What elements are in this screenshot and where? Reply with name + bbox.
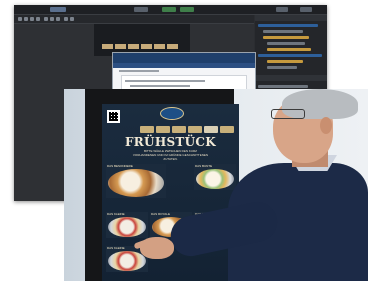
- qr-code: [107, 110, 120, 123]
- tool-icon[interactable]: [44, 17, 48, 21]
- panel-header: [255, 15, 327, 21]
- dialog-subheader: [113, 63, 255, 68]
- category-tab[interactable]: [188, 126, 202, 133]
- tool-icon[interactable]: [50, 17, 54, 21]
- tree-item[interactable]: [267, 66, 297, 69]
- tool-icon[interactable]: [30, 17, 34, 21]
- tool-icon[interactable]: [24, 17, 28, 21]
- category-tab[interactable]: [172, 126, 186, 133]
- food-photo: [108, 217, 146, 237]
- menu-item-card[interactable]: DAS BESONDERE: [106, 164, 166, 198]
- tree-folder[interactable]: [267, 48, 311, 51]
- tree-item-selected[interactable]: [258, 24, 318, 27]
- food-photo: [108, 169, 164, 197]
- tree-item[interactable]: [267, 42, 305, 45]
- customer-ear: [320, 117, 332, 134]
- tree-folder[interactable]: [267, 60, 303, 63]
- tree-item[interactable]: [263, 30, 303, 33]
- tool-icon[interactable]: [70, 17, 74, 21]
- food-photo: [108, 251, 146, 271]
- property-row[interactable]: [258, 85, 308, 88]
- tree-folder[interactable]: [263, 36, 309, 39]
- menu-item-name: DAS BUNTE: [195, 164, 213, 168]
- tool-icon[interactable]: [56, 17, 60, 21]
- green-chip-2[interactable]: [180, 7, 194, 12]
- category-tab[interactable]: [140, 126, 154, 133]
- menu-item-name: DAS ROYALE: [151, 212, 170, 216]
- dialog-title-bar: [113, 53, 255, 63]
- food-photo: [196, 169, 234, 189]
- editor-title-bar: [14, 5, 327, 15]
- menu-item-name: DAS KLEINE: [107, 246, 125, 250]
- settings-chip[interactable]: [300, 7, 312, 12]
- green-chip[interactable]: [162, 7, 176, 12]
- user-chip[interactable]: [276, 7, 288, 12]
- menu-item-card[interactable]: DAS KLEINE: [106, 212, 148, 238]
- category-tab[interactable]: [204, 126, 218, 133]
- kiosk-photo: FRÜHSTÜCK BITTE WÄHLE ZWISCHEN DEN KURZ …: [64, 89, 368, 281]
- tool-icon[interactable]: [36, 17, 40, 21]
- menu-item-card[interactable]: DAS BUNTE: [194, 164, 236, 190]
- menu-tagline: BITTE WÄHLE ZWISCHEN DEN KURZ VORHANDENE…: [132, 149, 209, 161]
- toolbar-chip[interactable]: [134, 7, 148, 12]
- menu-item-name: DAS BESONDERE: [107, 164, 133, 168]
- dialog-label: [119, 70, 159, 72]
- editor-toolbar: [14, 15, 254, 24]
- panel-header: [255, 75, 327, 81]
- tool-icon[interactable]: [64, 17, 68, 21]
- tool-icon[interactable]: [18, 17, 22, 21]
- glasses-icon: [271, 109, 305, 119]
- menu-tab[interactable]: [50, 7, 66, 12]
- menu-item-name: DAS KLEINE: [107, 212, 125, 216]
- menu-heading: FRÜHSTÜCK: [124, 135, 217, 149]
- category-tab[interactable]: [220, 126, 234, 133]
- brand-logo: [160, 107, 184, 120]
- tree-item-selected[interactable]: [258, 54, 322, 57]
- category-tab[interactable]: [156, 126, 170, 133]
